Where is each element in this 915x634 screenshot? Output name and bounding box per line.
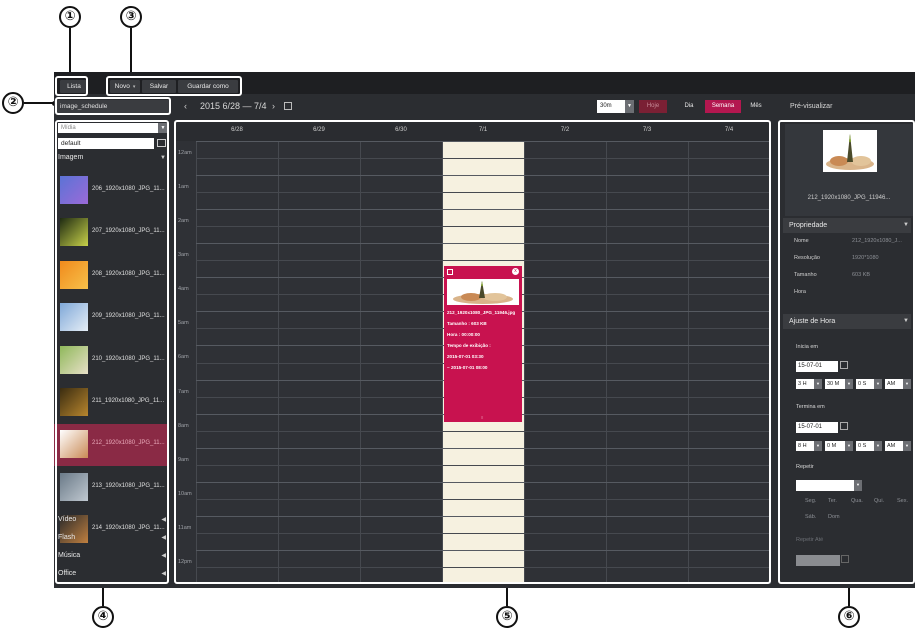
callout-2: ② — [2, 92, 24, 114]
highlight-box-3 — [106, 76, 242, 96]
highlight-box-5 — [174, 120, 771, 584]
highlight-box-1 — [55, 76, 88, 96]
chevron-down-icon[interactable]: ▼ — [625, 100, 634, 113]
prev-week-icon[interactable]: ‹ — [184, 101, 187, 111]
callout-4: ④ — [92, 606, 114, 628]
highlight-box-2 — [55, 97, 171, 115]
today-button[interactable]: Hoje — [639, 100, 667, 113]
week-view-button[interactable]: Semana — [705, 100, 741, 113]
calendar-icon[interactable] — [284, 102, 292, 110]
highlight-box-4 — [55, 120, 169, 584]
interval-select[interactable]: 30m — [597, 100, 625, 113]
callout-6: ⑥ — [838, 606, 860, 628]
next-week-icon[interactable]: › — [272, 101, 275, 111]
month-view-button[interactable]: Mês — [744, 100, 768, 113]
day-view-button[interactable]: Dia — [677, 100, 701, 113]
highlight-box-6 — [778, 120, 915, 584]
panel-title: Pré-visualizar — [790, 103, 833, 110]
callout-3: ③ — [120, 6, 142, 28]
callout-1: ① — [59, 6, 81, 28]
calendar-nav: ‹ 2015 6/28 — 7/4 › 30m ▼ Hoje Dia Seman… — [176, 98, 774, 116]
date-range: 2015 6/28 — 7/4 — [200, 101, 267, 111]
callout-5: ⑤ — [496, 606, 518, 628]
